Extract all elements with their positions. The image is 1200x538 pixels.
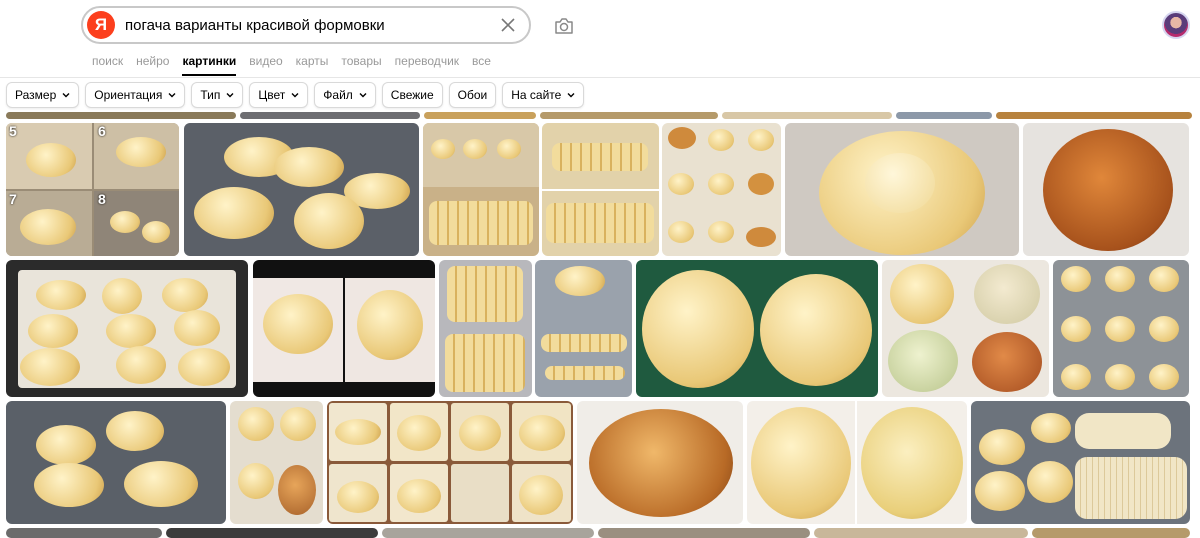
- chevron-down-icon: [291, 93, 299, 98]
- search-input[interactable]: погача варианты красивой формовки: [125, 17, 385, 34]
- filter-on-site[interactable]: На сайте: [502, 82, 585, 108]
- image-thumbnail[interactable]: [598, 528, 810, 538]
- image-thumbnail[interactable]: 5 6 7 8: [6, 123, 179, 256]
- image-thumbnail[interactable]: [424, 112, 536, 119]
- filter-label: Свежие: [390, 88, 434, 102]
- image-thumbnail[interactable]: [6, 112, 236, 119]
- image-thumbnail[interactable]: [327, 401, 573, 524]
- tab-images[interactable]: картинки: [182, 54, 237, 76]
- chevron-down-icon: [359, 93, 367, 98]
- image-thumbnail[interactable]: [540, 112, 718, 119]
- tab-maps[interactable]: карты: [296, 54, 329, 76]
- filter-label: На сайте: [511, 88, 562, 102]
- image-thumbnail[interactable]: [747, 401, 967, 524]
- image-thumbnail[interactable]: [1053, 260, 1189, 397]
- image-thumbnail[interactable]: [1032, 528, 1190, 538]
- camera-search-icon[interactable]: [552, 14, 576, 38]
- step-number: 8: [98, 191, 106, 207]
- filter-orientation[interactable]: Ориентация: [85, 82, 186, 108]
- image-thumbnail[interactable]: [882, 260, 1049, 397]
- filter-label: Файл: [323, 88, 353, 102]
- filter-label: Обои: [457, 88, 488, 102]
- image-thumbnail[interactable]: [636, 260, 878, 397]
- step-number: 7: [9, 191, 17, 207]
- tab-search[interactable]: поиск: [92, 54, 123, 76]
- filter-type[interactable]: Тип: [191, 82, 244, 108]
- service-tabs: поиск нейро картинки видео карты товары …: [92, 54, 504, 76]
- user-avatar[interactable]: [1162, 11, 1190, 39]
- filter-file[interactable]: Файл: [314, 82, 376, 108]
- filter-color[interactable]: Цвет: [249, 82, 309, 108]
- filter-wallpapers[interactable]: Обои: [448, 82, 497, 108]
- tab-translator[interactable]: переводчик: [395, 54, 459, 76]
- image-thumbnail[interactable]: [382, 528, 594, 538]
- image-thumbnail[interactable]: [6, 260, 248, 397]
- image-thumbnail[interactable]: [6, 528, 162, 538]
- filter-label: Цвет: [258, 88, 286, 102]
- tab-neuro[interactable]: нейро: [136, 54, 169, 76]
- chevron-down-icon: [62, 93, 70, 98]
- image-thumbnail[interactable]: [1023, 123, 1189, 256]
- header: Я погача варианты красивой формовки поис…: [0, 0, 1200, 78]
- image-thumbnail[interactable]: [240, 112, 420, 119]
- image-thumbnail[interactable]: [896, 112, 992, 119]
- image-thumbnail[interactable]: [722, 112, 892, 119]
- step-number: 5: [9, 123, 17, 139]
- image-thumbnail[interactable]: [253, 260, 435, 397]
- tab-video[interactable]: видео: [249, 54, 282, 76]
- image-thumbnail[interactable]: [230, 401, 323, 524]
- image-thumbnail[interactable]: [662, 123, 781, 256]
- image-thumbnail[interactable]: [542, 123, 659, 256]
- clear-icon[interactable]: [499, 16, 517, 34]
- chevron-down-icon: [168, 93, 176, 98]
- tab-all[interactable]: все: [472, 54, 491, 76]
- yandex-logo[interactable]: Я: [87, 11, 115, 39]
- image-thumbnail[interactable]: [423, 123, 539, 256]
- chevron-down-icon: [226, 93, 234, 98]
- image-thumbnail[interactable]: [184, 123, 419, 256]
- filter-size[interactable]: Размер: [6, 82, 80, 108]
- image-thumbnail[interactable]: [785, 123, 1019, 256]
- step-number: 6: [98, 123, 106, 139]
- image-thumbnail[interactable]: [996, 112, 1192, 119]
- image-thumbnail[interactable]: [971, 401, 1190, 524]
- search-box[interactable]: Я погача варианты красивой формовки: [81, 6, 531, 44]
- filter-bar: Размер Ориентация Тип Цвет Файл Свежие О…: [6, 82, 585, 108]
- tab-products[interactable]: товары: [341, 54, 381, 76]
- image-results-grid: 5 6 7 8: [0, 112, 1200, 538]
- filter-fresh[interactable]: Свежие: [381, 82, 443, 108]
- filter-label: Ориентация: [94, 88, 163, 102]
- chevron-down-icon: [567, 93, 575, 98]
- image-thumbnail[interactable]: [6, 401, 226, 524]
- image-thumbnail[interactable]: [439, 260, 532, 397]
- image-thumbnail[interactable]: [814, 528, 1028, 538]
- filter-label: Тип: [200, 88, 221, 102]
- image-thumbnail[interactable]: [535, 260, 632, 397]
- filter-label: Размер: [15, 88, 57, 102]
- image-thumbnail[interactable]: [166, 528, 378, 538]
- image-thumbnail[interactable]: [577, 401, 743, 524]
